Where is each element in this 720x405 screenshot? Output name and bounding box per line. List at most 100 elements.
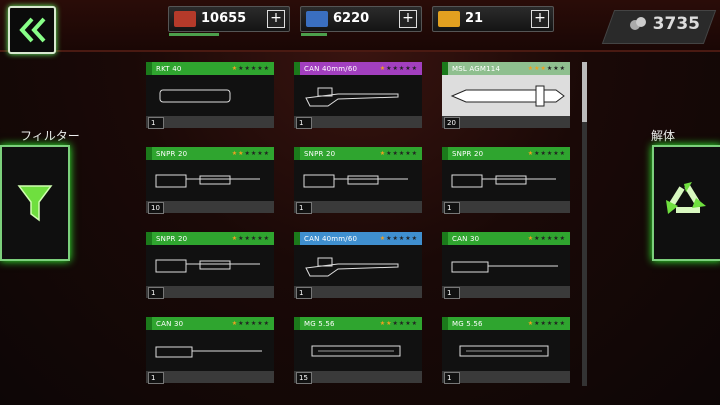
star-rating: ★★★★★★ [231, 320, 270, 327]
cannon-icon [305, 87, 399, 106]
coin-counter: 3735 [629, 14, 700, 34]
star-rating: ★★★★★★ [379, 320, 418, 327]
star-rating: ★★★★★★ [379, 150, 418, 157]
machine-gun-icon [311, 345, 401, 356]
card-footer: 20 [442, 116, 570, 129]
rarity-strip [442, 317, 448, 330]
weapon-card[interactable]: MG 5.56 ★★★★★★ 15 [294, 317, 422, 384]
weapon-card[interactable]: SNPR 20 ★★★★★★ 10 [146, 147, 274, 214]
add-resource-button[interactable]: + [267, 10, 285, 28]
double-chevron-left-icon [19, 17, 46, 43]
weapon-name: CAN 40mm/60 [304, 64, 358, 73]
star-rating: ★★★★★★ [527, 235, 566, 242]
autocannon-icon [155, 346, 262, 357]
inventory-grid: RKT 40 ★★★★★★ 1 CAN 40mm/60 ★★★★★★ 1 MSL AGM11… [146, 62, 576, 384]
star-rating: ★★★★★★ [231, 150, 270, 157]
star-rating: ★★★★★★ [231, 235, 270, 242]
add-resource-button[interactable]: + [531, 10, 549, 28]
weapon-name: SNPR 20 [156, 149, 188, 158]
star-rating: ★★★★★★ [527, 150, 566, 157]
resource-bar [301, 33, 327, 36]
scrollbar-thumb[interactable] [582, 62, 587, 122]
resource-value: 21 [465, 11, 484, 26]
quantity-badge: 1 [296, 287, 312, 299]
weapon-name: CAN 30 [156, 319, 184, 328]
quantity-badge: 1 [296, 202, 312, 214]
red-crate-icon [174, 11, 196, 27]
rarity-strip [442, 232, 448, 245]
resource-counter-gold: 21 + [432, 6, 554, 32]
missile-icon [450, 85, 565, 106]
weapon-image [146, 75, 274, 116]
sniper-gun-icon [155, 259, 260, 272]
weapon-name: SNPR 20 [156, 234, 188, 243]
weapon-card[interactable]: MG 5.56 ★★★★★★ 1 [442, 317, 570, 384]
weapon-image [442, 245, 570, 286]
weapon-image [442, 330, 570, 371]
coin-value: 3735 [652, 14, 700, 34]
quantity-badge: 1 [148, 287, 164, 299]
weapon-card[interactable]: RKT 40 ★★★★★★ 1 [146, 62, 274, 129]
rocket-pod-icon [159, 89, 231, 102]
weapon-card[interactable]: SNPR 20 ★★★★★★ 1 [442, 147, 570, 214]
sniper-gun-icon [303, 174, 408, 187]
rarity-strip [294, 232, 300, 245]
weapon-image [146, 245, 274, 286]
quantity-badge: 1 [296, 117, 312, 129]
weapon-image [294, 245, 422, 286]
weapon-card[interactable]: CAN 40mm/60 ★★★★★★ 1 [294, 62, 422, 129]
star-rating: ★★★★★★ [527, 65, 566, 72]
coins-icon [629, 17, 646, 30]
funnel-icon [17, 185, 53, 222]
filter-button[interactable] [0, 145, 70, 261]
recycle-icon [666, 182, 706, 214]
weapon-image [442, 75, 570, 116]
star-rating: ★★★★★★ [379, 235, 418, 242]
card-header: SNPR 20 ★★★★★★ [442, 147, 570, 160]
blue-crate-icon [306, 11, 328, 27]
weapon-name: SNPR 20 [304, 149, 336, 158]
weapon-card[interactable]: SNPR 20 ★★★★★★ 1 [146, 232, 274, 299]
card-header: MG 5.56 ★★★★★★ [442, 317, 570, 330]
weapon-image [294, 330, 422, 371]
dismantle-button[interactable] [652, 145, 720, 261]
resource-counter-blue: 6220 + [300, 6, 422, 36]
rarity-strip [146, 147, 152, 160]
weapon-image [294, 75, 422, 116]
quantity-badge: 1 [444, 287, 460, 299]
machine-gun-icon [459, 345, 549, 356]
resource-value: 6220 [333, 11, 370, 26]
add-resource-button[interactable]: + [399, 10, 417, 28]
weapon-card[interactable]: CAN 30 ★★★★★★ 1 [146, 317, 274, 384]
sniper-gun-icon [451, 174, 556, 187]
weapon-image [442, 160, 570, 201]
weapon-name: MG 5.56 [452, 319, 483, 328]
weapon-name: MSL AGM114 [452, 64, 501, 73]
card-footer: 1 [294, 286, 422, 299]
card-header: CAN 30 ★★★★★★ [442, 232, 570, 245]
rarity-strip [146, 317, 152, 330]
quantity-badge: 1 [148, 372, 164, 384]
quantity-badge: 1 [444, 202, 460, 214]
card-footer: 1 [442, 201, 570, 214]
weapon-card[interactable]: CAN 40mm/60 ★★★★★★ 1 [294, 232, 422, 299]
rarity-strip [294, 317, 300, 330]
dismantle-label: 解体 [651, 129, 676, 143]
weapon-card[interactable]: CAN 30 ★★★★★★ 1 [442, 232, 570, 299]
cannon-icon [305, 257, 399, 276]
card-footer: 10 [146, 201, 274, 214]
weapon-name: CAN 30 [452, 234, 480, 243]
weapon-name: MG 5.56 [304, 319, 335, 328]
rarity-strip [294, 62, 300, 75]
weapon-card[interactable]: SNPR 20 ★★★★★★ 1 [294, 147, 422, 214]
weapon-card[interactable]: MSL AGM114 ★★★★★★ 20 [442, 62, 570, 129]
weapon-name: RKT 40 [156, 64, 182, 73]
star-rating: ★★★★★★ [527, 320, 566, 327]
scrollbar[interactable] [582, 62, 587, 386]
card-footer: 15 [294, 371, 422, 384]
rarity-strip [442, 62, 448, 75]
weapon-image [294, 160, 422, 201]
back-button[interactable] [8, 6, 56, 54]
weapon-image [146, 160, 274, 201]
card-header: SNPR 20 ★★★★★★ [146, 147, 274, 160]
